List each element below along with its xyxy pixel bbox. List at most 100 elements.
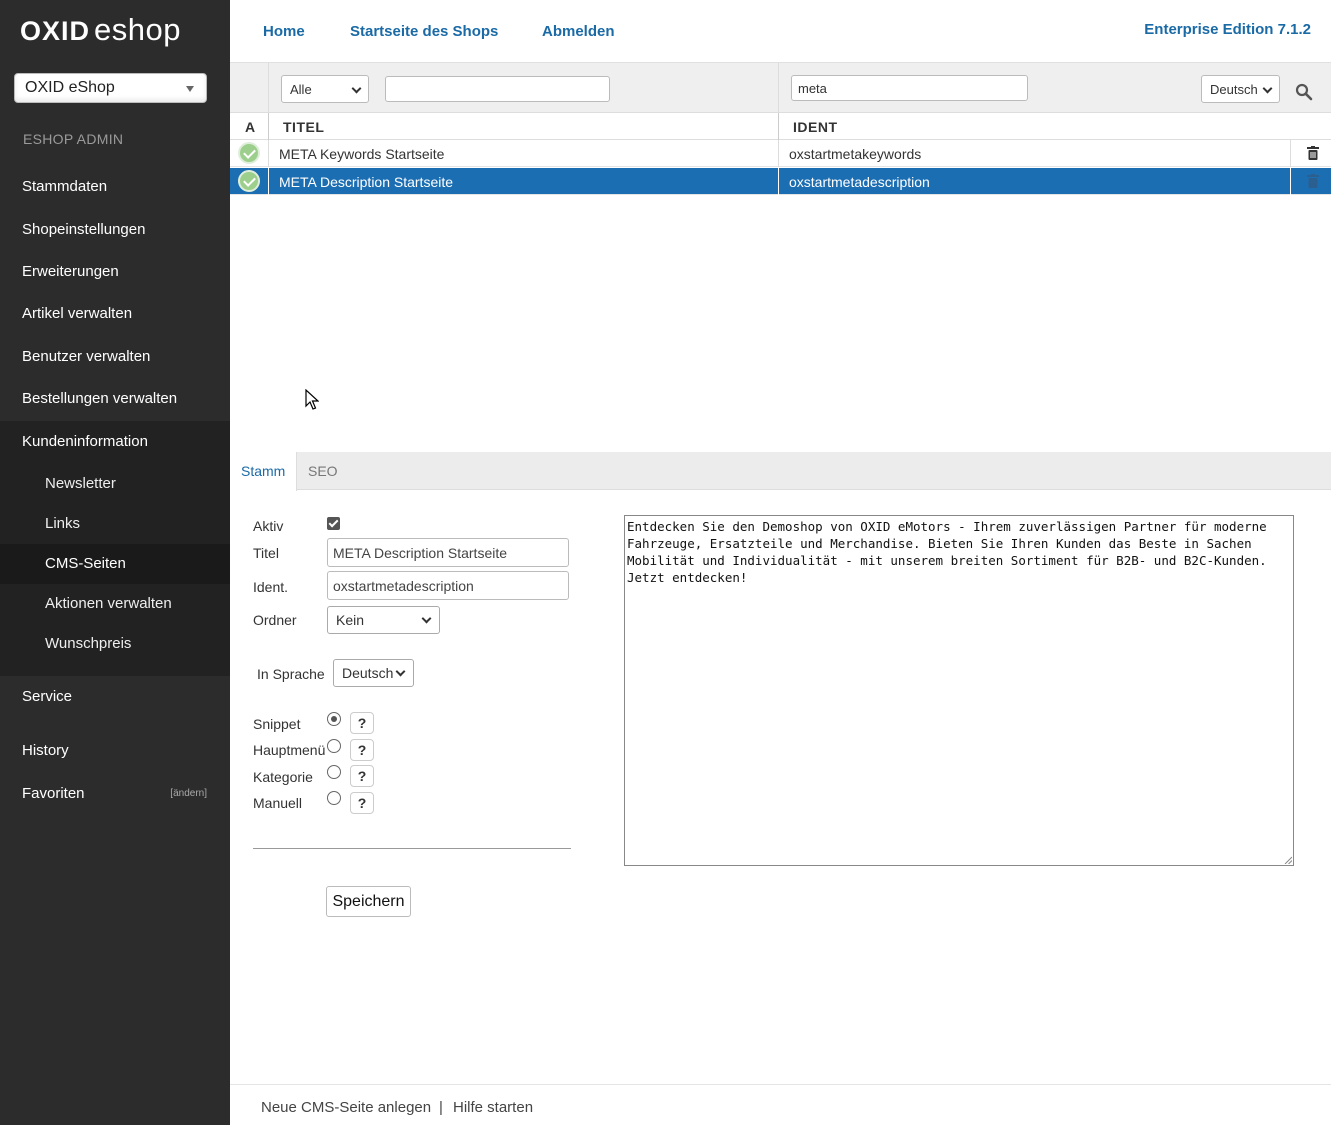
column-divider xyxy=(1290,168,1291,195)
sub-item-newsletter[interactable]: Newsletter xyxy=(0,464,230,504)
active-check-icon xyxy=(238,142,260,164)
language-filter-select[interactable]: Deutsch xyxy=(1201,75,1280,103)
logo-text-bold: OXID xyxy=(20,16,91,46)
aktiv-label: Aktiv xyxy=(253,518,284,534)
search-icon[interactable] xyxy=(1295,83,1313,101)
sprache-label: In Sprache xyxy=(257,666,325,682)
logout-link[interactable]: Abmelden xyxy=(542,23,615,40)
sub-item-aktionen-verwalten[interactable]: Aktionen verwalten xyxy=(0,584,230,624)
ordner-select-value: Kein xyxy=(336,612,365,628)
favoriten-change-link[interactable]: [ändern] xyxy=(170,788,207,799)
column-divider xyxy=(778,113,779,140)
column-header-title[interactable]: TITEL xyxy=(283,119,324,135)
aktiv-checkbox[interactable] xyxy=(327,517,340,530)
admin-section-label: ESHOP ADMIN xyxy=(23,131,124,147)
active-check-icon xyxy=(238,170,260,192)
sidebar: OXID eshop OXID eShop ESHOP ADMIN Stammd… xyxy=(0,0,230,1125)
nav-group-kundeninformation: Kundeninformation Newsletter Links CMS-S… xyxy=(0,421,230,676)
column-divider xyxy=(268,168,269,195)
chevron-down-icon xyxy=(395,666,406,677)
nav-item-shopeinstellungen[interactable]: Shopeinstellungen xyxy=(0,221,230,238)
shop-start-link[interactable]: Startseite des Shops xyxy=(350,23,498,40)
placement-manuell-radio[interactable] xyxy=(327,791,341,805)
sub-item-cms-seiten[interactable]: CMS-Seiten xyxy=(0,544,230,584)
nav-item-erweiterungen[interactable]: Erweiterungen xyxy=(0,263,230,280)
new-cms-page-link[interactable]: Neue CMS-Seite anlegen xyxy=(261,1099,431,1116)
column-header-ident[interactable]: IDENT xyxy=(793,119,838,135)
placement-hauptmenu-label: Hauptmenü xyxy=(253,742,326,758)
sub-item-links[interactable]: Links xyxy=(0,504,230,544)
footer-bar: Neue CMS-Seite anlegen | Hilfe starten xyxy=(230,1084,1331,1125)
shop-select-value: OXID eShop xyxy=(25,79,115,96)
footer-separator: | xyxy=(439,1099,443,1116)
ordner-select[interactable]: Kein xyxy=(327,606,440,634)
placement-manuell-label: Manuell xyxy=(253,795,303,811)
nav-item-service[interactable]: Service xyxy=(0,688,230,705)
row-title[interactable]: META Description Startseite xyxy=(279,174,453,190)
placement-kategorie-label: Kategorie xyxy=(253,769,313,785)
nav-item-kundeninformation[interactable]: Kundeninformation xyxy=(0,433,230,450)
home-link[interactable]: Home xyxy=(263,23,305,40)
nav-item-artikel-verwalten[interactable]: Artikel verwalten xyxy=(0,305,230,322)
column-divider xyxy=(268,63,269,113)
ident-filter-input[interactable]: meta xyxy=(791,75,1028,101)
titel-input[interactable]: META Description Startseite xyxy=(327,538,569,567)
logo-text-light: eshop xyxy=(94,12,181,47)
save-button[interactable]: Speichern xyxy=(326,886,411,917)
nav-item-bestellungen-verwalten[interactable]: Bestellungen verwalten xyxy=(0,390,230,407)
column-divider xyxy=(778,63,779,113)
edit-tabs: Stamm SEO xyxy=(230,452,1331,491)
row-ident[interactable]: oxstartmetakeywords xyxy=(789,146,921,162)
column-header-active[interactable]: A xyxy=(245,119,256,135)
help-link[interactable]: Hilfe starten xyxy=(453,1099,533,1116)
row-ident[interactable]: oxstartmetadescription xyxy=(789,174,930,190)
folder-filter-value: Alle xyxy=(290,82,312,97)
chevron-down-icon xyxy=(421,613,432,624)
chevron-down-icon xyxy=(1262,83,1273,94)
sub-item-wunschpreis[interactable]: Wunschpreis xyxy=(0,624,230,664)
ident-input[interactable]: oxstartmetadescription xyxy=(327,571,569,600)
tab-stamm[interactable]: Stamm xyxy=(230,452,298,491)
placement-snippet-label: Snippet xyxy=(253,716,301,732)
content-text[interactable]: Entdecken Sie den Demoshop von OXID eMot… xyxy=(627,519,1267,585)
sprache-select[interactable]: Deutsch xyxy=(333,659,414,687)
placement-hauptmenu-radio[interactable] xyxy=(327,739,341,753)
tab-seo[interactable]: SEO xyxy=(297,452,349,490)
title-filter-input[interactable] xyxy=(385,76,610,102)
nav-item-history[interactable]: History xyxy=(0,742,230,759)
folder-filter-select[interactable]: Alle xyxy=(281,75,369,103)
shop-select[interactable]: OXID eShop xyxy=(14,73,207,103)
column-divider xyxy=(778,168,779,195)
column-divider xyxy=(1290,140,1291,167)
ident-label: Ident. xyxy=(253,579,289,595)
ordner-label: Ordner xyxy=(253,612,297,628)
column-divider xyxy=(778,140,779,167)
row-title[interactable]: META Keywords Startseite xyxy=(279,146,444,162)
nav-item-benutzer-verwalten[interactable]: Benutzer verwalten xyxy=(0,348,230,365)
oxid-eshop-logo[interactable]: OXID eshop xyxy=(20,12,181,52)
column-divider xyxy=(268,113,269,140)
titel-label: Titel xyxy=(253,545,279,561)
sprache-select-value: Deutsch xyxy=(342,665,394,681)
mouse-cursor-icon xyxy=(305,389,319,410)
language-filter-value: Deutsch xyxy=(1210,82,1258,97)
table-row[interactable]: META Keywords Startseite oxstartmetakeyw… xyxy=(230,140,1331,167)
chevron-down-icon xyxy=(351,83,362,94)
column-divider xyxy=(268,140,269,167)
help-icon[interactable]: ? xyxy=(350,712,374,734)
content-editor[interactable]: Entdecken Sie den Demoshop von OXID eMot… xyxy=(624,515,1294,866)
app-root: OXID eshop OXID eShop ESHOP ADMIN Stammd… xyxy=(0,0,1331,1125)
top-bar: Home Startseite des Shops Abmelden Enter… xyxy=(230,0,1331,62)
help-icon[interactable]: ? xyxy=(350,765,374,787)
placement-kategorie-radio[interactable] xyxy=(327,765,341,779)
nav-item-stammdaten[interactable]: Stammdaten xyxy=(0,178,230,195)
list-header: A TITEL IDENT xyxy=(230,112,1331,140)
help-icon[interactable]: ? xyxy=(350,739,374,761)
placement-snippet-radio[interactable] xyxy=(327,712,341,726)
table-row-selected[interactable]: META Description Startseite oxstartmetad… xyxy=(230,168,1331,195)
trash-icon[interactable] xyxy=(1307,174,1319,188)
resize-grip-icon[interactable] xyxy=(1284,856,1292,864)
trash-icon[interactable] xyxy=(1307,146,1319,160)
help-icon[interactable]: ? xyxy=(350,792,374,814)
edition-label: Enterprise Edition 7.1.2 xyxy=(1144,21,1311,38)
